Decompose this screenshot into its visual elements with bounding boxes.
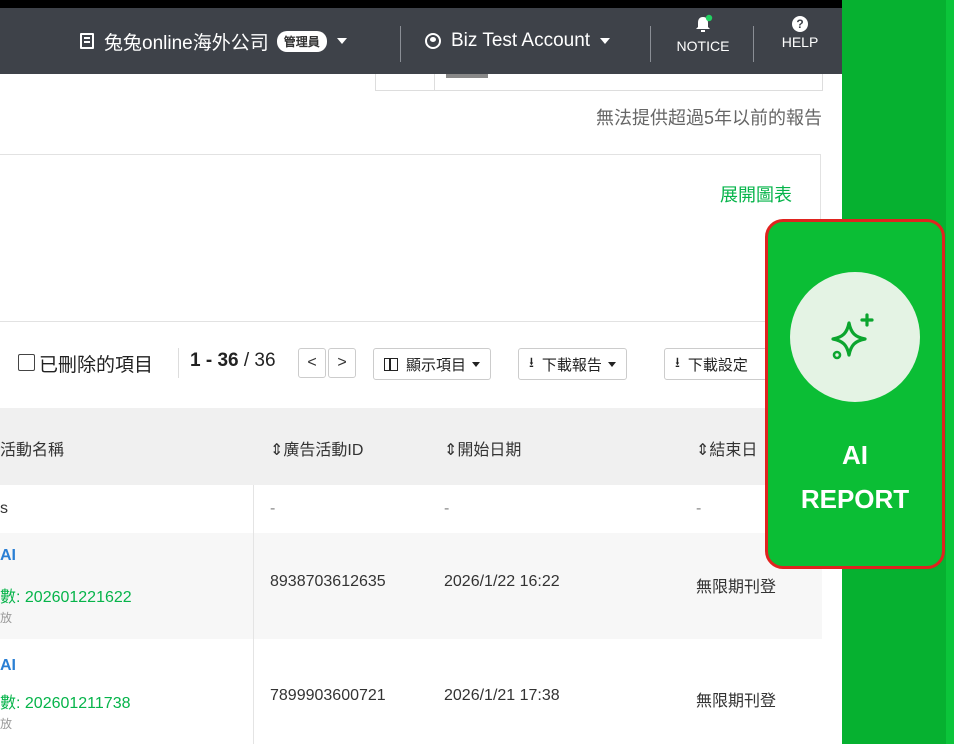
columns-icon — [384, 357, 398, 371]
ai-report-button[interactable]: AI REPORT — [765, 219, 945, 569]
main-content: 無法提供超過5年以前的報告 展開圖表 已刪除的項目 1 - 36 / 36 < … — [0, 74, 844, 744]
help-icon: ? — [792, 16, 808, 32]
column-header-campaign-id[interactable]: ⇕廣告活動ID — [270, 436, 363, 460]
divider — [753, 26, 754, 62]
notice-label: NOTICE — [676, 38, 730, 54]
start-date: 2026/1/21 17:38 — [444, 687, 560, 704]
ai-tag: AI — [0, 657, 16, 674]
end-date: 無限期刊登 — [696, 693, 777, 710]
date-range-input[interactable] — [375, 74, 823, 91]
chevron-down-icon — [600, 38, 611, 44]
filter-section — [0, 234, 842, 322]
download-report-label: 下載報告 — [541, 356, 602, 374]
table-row[interactable]: AI 數: 202601221622 放 8938703612635 2026/… — [0, 533, 822, 640]
summary-end-date: - — [696, 500, 702, 517]
campaign-name-link[interactable]: 數: 202601211738 — [0, 689, 131, 713]
download-icon: ⭳ — [529, 354, 534, 370]
start-date: 2026/1/22 16:22 — [444, 573, 560, 590]
account-name: Biz Test Account — [451, 30, 591, 51]
expand-chart-link[interactable]: 展開圖表 — [720, 181, 792, 207]
column-header-end-date[interactable]: ⇕結束日 — [696, 436, 757, 460]
table-header: 活動名稱 ⇕廣告活動ID ⇕開始日期 ⇕結束日 — [0, 408, 822, 485]
summary-campaign-id: - — [270, 500, 276, 517]
download-report-button[interactable]: ⭳ 下載報告 — [518, 348, 627, 380]
ai-report-line2: REPORT — [800, 484, 910, 514]
columns-button-label: 顯示項目 — [406, 356, 467, 374]
bell-icon — [696, 14, 713, 32]
input-chip — [446, 74, 488, 78]
panel-edge — [946, 0, 954, 744]
sparkle-icon — [831, 313, 874, 360]
summary-row: s - - - — [0, 485, 822, 534]
account-switcher[interactable]: Biz Test Account — [425, 8, 611, 74]
campaign-id: 7899903600721 — [270, 687, 386, 704]
report-limit-notice: 無法提供超過5年以前的報告 — [595, 108, 822, 128]
help-button[interactable]: ? HELP — [772, 8, 828, 50]
company-name: 兔兔online海外公司 — [104, 32, 269, 54]
company-switcher[interactable]: 兔兔online海外公司 管理員 — [80, 8, 347, 74]
chart-panel: 展開圖表 — [0, 154, 821, 236]
building-icon — [80, 33, 94, 49]
top-navigation-bar: 兔兔online海外公司 管理員 Biz Test Account NOTICE… — [0, 8, 842, 74]
download-icon: ⭳ — [675, 354, 680, 370]
summary-start-date: - — [444, 500, 450, 517]
show-deleted-checkbox[interactable] — [18, 354, 35, 371]
notice-button[interactable]: NOTICE — [671, 8, 735, 54]
divider — [650, 26, 651, 62]
chevron-down-icon — [336, 38, 347, 44]
campaign-sub-label: 放 — [0, 717, 13, 731]
table-toolbar: 已刪除的項目 1 - 36 / 36 < > 顯示項目 ⭳ 下載報告 ⭳ 下載設… — [0, 348, 844, 380]
chevron-down-icon — [472, 361, 481, 367]
divider — [434, 74, 435, 90]
ai-tag: AI — [0, 547, 16, 564]
next-page-button[interactable]: > — [328, 348, 356, 378]
role-badge: 管理員 — [276, 30, 327, 52]
divider — [253, 639, 254, 744]
page-total: / 36 — [243, 350, 276, 371]
ai-icon-circle — [790, 272, 920, 402]
user-circle-icon — [425, 33, 441, 49]
download-settings-label: 下載設定 — [687, 356, 748, 374]
divider — [400, 26, 401, 62]
end-date: 無限期刊登 — [696, 579, 777, 596]
divider — [253, 485, 254, 533]
app: 兔兔online海外公司 管理員 Biz Test Account NOTICE… — [0, 0, 954, 744]
help-label: HELP — [781, 34, 819, 50]
chevron-down-icon — [607, 361, 616, 367]
column-header-start-date[interactable]: ⇕開始日期 — [444, 436, 521, 460]
campaign-id: 8938703612635 — [270, 573, 386, 590]
divider — [178, 348, 179, 378]
campaign-sub-label: 放 — [0, 611, 13, 625]
campaign-name-link[interactable]: 數: 202601221622 — [0, 583, 132, 607]
page-range: 1 - 36 — [190, 350, 239, 371]
columns-button[interactable]: 顯示項目 — [373, 348, 492, 380]
pagination-info: 1 - 36 / 36 — [190, 350, 276, 372]
table-row[interactable]: AI 數: 202601211738 放 7899903600721 2026/… — [0, 639, 822, 744]
ai-report-line1: AI — [842, 440, 868, 470]
prev-page-button[interactable]: < — [298, 348, 326, 378]
show-deleted-label: 已刪除的項目 — [39, 355, 154, 376]
summary-name: s — [0, 500, 8, 517]
divider — [253, 533, 254, 639]
column-header-name[interactable]: 活動名稱 — [0, 436, 64, 460]
